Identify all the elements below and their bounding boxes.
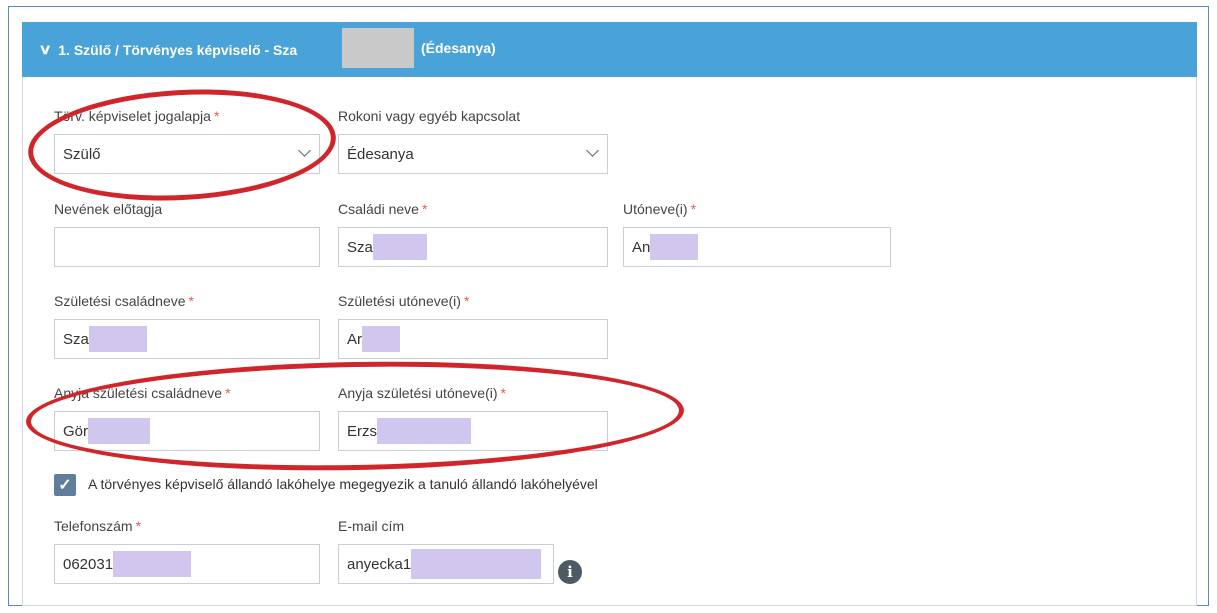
redaction-block bbox=[411, 549, 542, 579]
email-input[interactable]: anyecka1 bbox=[338, 544, 554, 584]
relationship-select[interactable]: Édesanya bbox=[338, 134, 608, 174]
info-icon[interactable]: i bbox=[558, 560, 582, 584]
mother-given-name-input[interactable]: Erzs bbox=[338, 411, 608, 451]
name-prefix-input[interactable] bbox=[54, 227, 320, 267]
section-title-suffix: (Édesanya) bbox=[421, 40, 496, 56]
name-prefix-label: Nevének előtagja bbox=[54, 201, 163, 217]
legal-basis-select[interactable]: Szülő bbox=[54, 134, 320, 174]
redaction-block bbox=[88, 326, 147, 352]
redaction-block bbox=[342, 28, 414, 68]
given-name-value: An bbox=[632, 238, 651, 256]
redaction-block bbox=[377, 418, 471, 444]
mother-given-name-label: Anyja születési utóneve(i) * bbox=[338, 385, 506, 401]
birth-family-name-label: Születési családneve * bbox=[54, 293, 194, 309]
birth-given-name-input[interactable]: Ar bbox=[338, 319, 608, 359]
checkmark-icon: ✓ bbox=[58, 477, 72, 494]
redaction-block bbox=[650, 234, 699, 260]
email-value: anyecka1 bbox=[347, 555, 412, 573]
given-name-input[interactable]: An bbox=[623, 227, 891, 267]
relationship-label: Rokoni vagy egyéb kapcsolat bbox=[338, 108, 521, 124]
same-address-label: A törvényes képviselő állandó lakóhelye … bbox=[88, 476, 598, 492]
chevron-down-icon bbox=[586, 144, 599, 157]
redaction-block bbox=[113, 551, 192, 577]
chevron-down-icon: ∨ bbox=[38, 41, 52, 57]
phone-input[interactable]: 062031 bbox=[54, 544, 320, 584]
chevron-down-icon bbox=[298, 144, 311, 157]
email-label: E-mail cím bbox=[338, 518, 405, 534]
phone-label: Telefonszám * bbox=[54, 518, 142, 534]
birth-family-name-value: Sza bbox=[63, 330, 89, 348]
legal-basis-value: Szülő bbox=[63, 145, 101, 163]
redaction-block bbox=[88, 418, 151, 444]
birth-given-name-value: Ar bbox=[347, 330, 362, 348]
legal-basis-label: Törv. képviselet jogalapja * bbox=[54, 108, 220, 124]
phone-value: 062031 bbox=[63, 555, 114, 573]
redaction-block bbox=[362, 326, 400, 352]
family-name-value: Sza bbox=[347, 238, 373, 256]
same-address-checkbox[interactable]: ✓ bbox=[54, 474, 76, 496]
family-name-input[interactable]: Sza bbox=[338, 227, 608, 267]
mother-given-name-value: Erzs bbox=[347, 422, 377, 440]
family-name-label: Családi neve * bbox=[338, 201, 428, 217]
birth-given-name-label: Születési utóneve(i) * bbox=[338, 293, 470, 309]
relationship-value: Édesanya bbox=[347, 145, 414, 163]
redaction-block bbox=[372, 234, 427, 260]
section-title: 1. Szülő / Törvényes képviselő - Sza bbox=[58, 41, 298, 58]
mother-family-name-value: Gör bbox=[63, 422, 89, 440]
section-header[interactable]: ∨ 1. Szülő / Törvényes képviselő - Sza bbox=[22, 22, 1197, 77]
mother-family-name-label: Anyja születési családneve * bbox=[54, 385, 231, 401]
birth-family-name-input[interactable]: Sza bbox=[54, 319, 320, 359]
mother-family-name-input[interactable]: Gör bbox=[54, 411, 320, 451]
given-name-label: Utóneve(i) * bbox=[623, 201, 697, 217]
